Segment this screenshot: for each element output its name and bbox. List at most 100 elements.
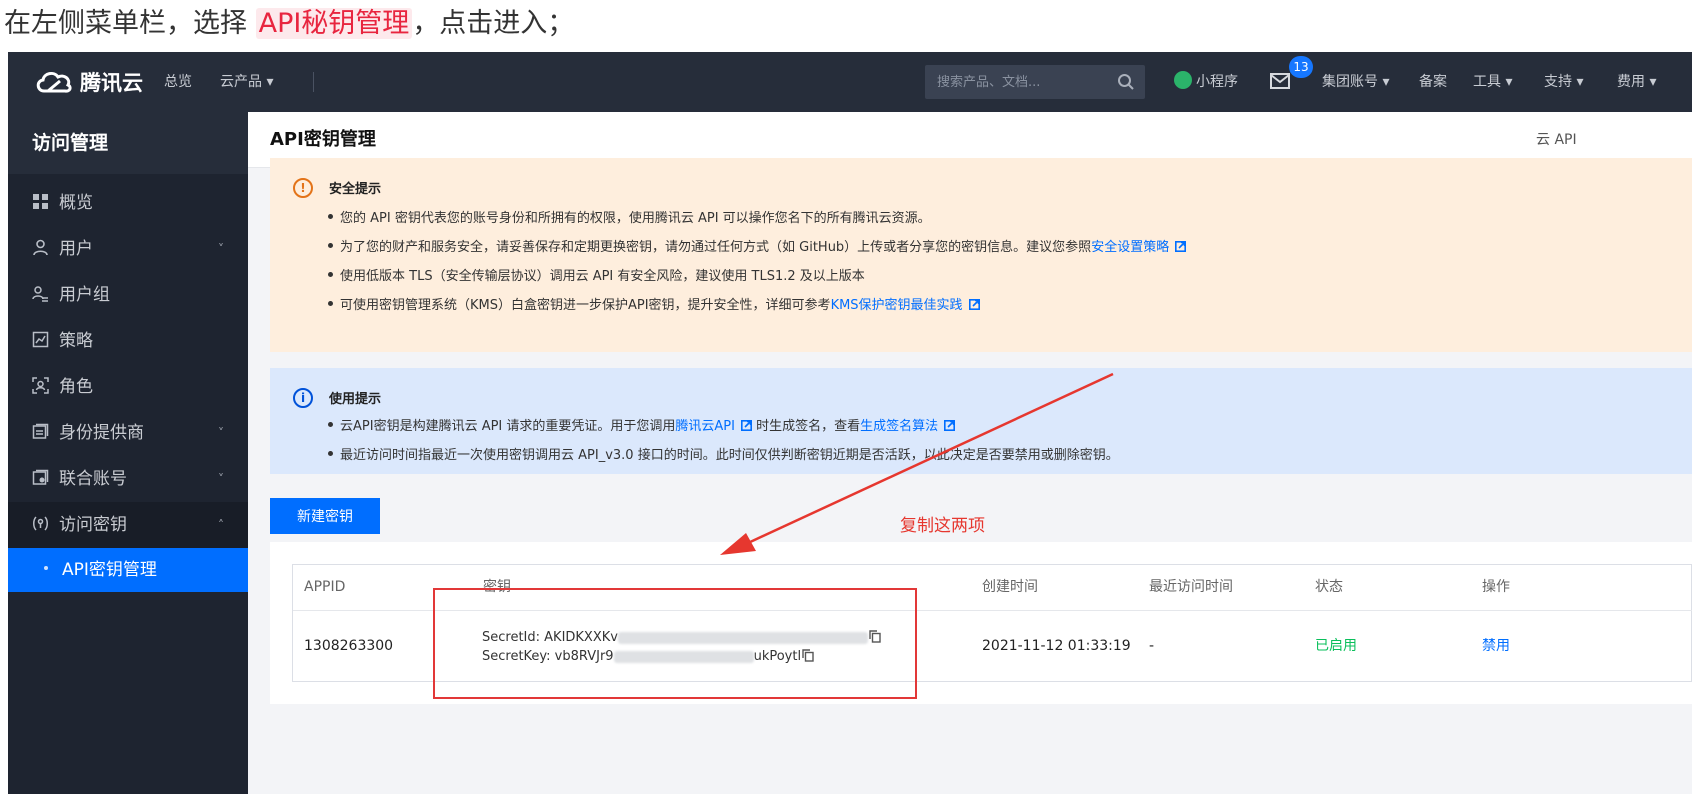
nav-overview[interactable]: 总览 <box>164 52 192 112</box>
brand-name: 腾讯云 <box>80 71 143 95</box>
user-group-icon <box>32 285 48 302</box>
sidebar-item-access-keys[interactable]: 访问密钥 ˄ <box>8 502 248 548</box>
notice-text: 您的 API 密钥代表您的账号身份和所拥有的权限，使用腾讯云 API 可以操作您… <box>340 211 931 226</box>
notice-text: 为了您的财产和服务安全，请妥善保存和定期更换密钥，请勿通过任何方式（如 GitH… <box>340 240 1092 255</box>
policy-icon <box>32 331 49 347</box>
bullet-icon <box>44 566 48 570</box>
info-icon: i <box>293 388 313 408</box>
disable-link[interactable]: 禁用 <box>1482 610 1510 682</box>
nav-products[interactable]: 云产品 ▾ <box>220 52 273 112</box>
bullet-icon <box>328 301 333 306</box>
caption-text-after: ，点击进入； <box>412 8 575 39</box>
status-badge: 已启用 <box>1315 638 1357 654</box>
identity-provider-icon <box>32 423 49 439</box>
miniprogram-label: 小程序 <box>1196 74 1238 90</box>
annotation-label: 复制这两项 <box>900 516 985 536</box>
grid-icon <box>33 193 48 209</box>
external-link-icon[interactable] <box>968 299 980 310</box>
new-key-button[interactable]: 新建密钥 <box>270 498 380 534</box>
sidebar-item-label: 访问密钥 <box>59 515 127 535</box>
chevron-up-icon[interactable]: ˄ <box>218 502 224 548</box>
usage-notice-line: 云API密钥是构建腾讯云 API 请求的重要凭证。用于您调用腾讯云API 时生成… <box>328 415 956 434</box>
external-link-icon[interactable] <box>740 420 752 431</box>
security-notice-line: 可使用密钥管理系统（KMS）白盒密钥进一步保护API密钥，提升安全性，详细可参考… <box>328 294 980 313</box>
sidebar-item-overview[interactable]: 概览 <box>8 180 248 226</box>
instruction-caption: 在左侧菜单栏，选择 API秘钥管理 ，点击进入； <box>4 4 574 44</box>
sidebar-item-roles[interactable]: 角色 <box>8 364 248 410</box>
sidebar-title: 访问管理 <box>8 112 248 174</box>
caption-highlight: API秘钥管理 <box>255 8 413 39</box>
sidebar-item-label: 概览 <box>59 193 93 213</box>
sidebar-item-users[interactable]: 用户 ˅ <box>8 226 248 272</box>
bullet-icon <box>328 243 333 248</box>
appid-cell: 1308263300 <box>304 638 394 654</box>
sidebar-subitem-api-key-management[interactable]: API密钥管理 <box>8 548 248 592</box>
nav-filing[interactable]: 备案 <box>1419 52 1447 112</box>
security-notice: ! 安全提示 您的 API 密钥代表您的账号身份和所拥有的权限，使用腾讯云 AP… <box>270 158 1692 352</box>
usage-notice: i 使用提示 云API密钥是构建腾讯云 API 请求的重要凭证。用于您调用腾讯云… <box>270 368 1692 474</box>
sidebar-item-user-groups[interactable]: 用户组 <box>8 272 248 318</box>
external-link-icon[interactable] <box>1175 241 1187 252</box>
nav-miniprogram[interactable]: 小程序 <box>1174 52 1238 112</box>
nav-tools[interactable]: 工具 ▾ <box>1473 52 1512 112</box>
search-input[interactable] <box>937 65 1107 99</box>
table-header-last-access: 最近访问时间 <box>1149 579 1233 595</box>
chevron-down-icon[interactable]: ˅ <box>218 456 224 502</box>
sidebar-item-label: 策略 <box>59 331 93 351</box>
nav-divider <box>313 72 314 92</box>
highlight-box <box>433 588 917 699</box>
sidebar-item-identity-providers[interactable]: 身份提供商 ˅ <box>8 410 248 456</box>
user-icon <box>33 239 48 255</box>
usage-notice-title: 使用提示 <box>329 392 382 407</box>
caption-text-before: 在左侧菜单栏，选择 <box>4 8 256 39</box>
table-header-created: 创建时间 <box>982 579 1038 595</box>
security-notice-line: 为了您的财产和服务安全，请妥善保存和定期更换密钥，请勿通过任何方式（如 GitH… <box>328 236 1187 255</box>
notice-text: 时生成签名，查看 <box>756 419 861 434</box>
warning-icon: ! <box>293 178 313 198</box>
security-notice-line: 您的 API 密钥代表您的账号身份和所拥有的权限，使用腾讯云 API 可以操作您… <box>328 207 931 226</box>
brand-logo[interactable]: 腾讯云 <box>34 66 143 98</box>
notice-text: 云API密钥是构建腾讯云 API 请求的重要凭证。用于您调用 <box>340 419 676 434</box>
nav-support[interactable]: 支持 ▾ <box>1544 52 1583 112</box>
mail-icon[interactable] <box>1270 73 1290 89</box>
access-key-icon <box>33 515 48 531</box>
sidebar: 访问管理 概览 用户 ˅ 用户组 策略 角色 身份提供商 ˅ 联合账号 ˅ 访问… <box>8 112 248 794</box>
table-header-actions: 操作 <box>1482 579 1510 595</box>
notice-text: 最近访问时间指最近一次使用密钥调用云 API_v3.0 接口的时间。此时间仅供判… <box>340 448 1119 463</box>
signature-algorithm-link[interactable]: 生成签名算法 <box>860 419 938 434</box>
sidebar-item-federated-accounts[interactable]: 联合账号 ˅ <box>8 456 248 502</box>
top-navbar: 腾讯云 总览 云产品 ▾ 小程序 13 集团账号 ▾ 备案 工具 ▾ 支持 ▾ … <box>8 52 1692 112</box>
nav-billing[interactable]: 费用 ▾ <box>1617 52 1656 112</box>
console-screenshot: 腾讯云 总览 云产品 ▾ 小程序 13 集团账号 ▾ 备案 工具 ▾ 支持 ▾ … <box>8 52 1692 794</box>
kms-best-practice-link[interactable]: KMS保护密钥最佳实践 <box>831 298 963 313</box>
chevron-down-icon[interactable]: ˅ <box>218 410 224 456</box>
search-icon[interactable] <box>1117 73 1135 91</box>
security-policy-link[interactable]: 安全设置策略 <box>1091 240 1169 255</box>
external-link-icon[interactable] <box>944 420 956 431</box>
nav-group-account[interactable]: 集团账号 ▾ <box>1322 52 1389 112</box>
role-icon <box>32 376 49 394</box>
created-time-cell: 2021-11-12 01:33:19 <box>982 638 1131 654</box>
bullet-icon <box>328 422 333 427</box>
usage-notice-line: 最近访问时间指最近一次使用密钥调用云 API_v3.0 接口的时间。此时间仅供判… <box>328 444 1119 463</box>
sidebar-item-label: 身份提供商 <box>59 423 144 443</box>
tencent-cloud-api-link[interactable]: 腾讯云API <box>675 419 735 434</box>
sidebar-item-label: 联合账号 <box>59 469 127 489</box>
sidebar-item-label: 用户组 <box>59 285 110 305</box>
bullet-icon <box>328 214 333 219</box>
cloud-logo-icon <box>36 71 72 93</box>
table-header-appid: APPID <box>304 579 346 595</box>
notice-text: 可使用密钥管理系统（KMS）白盒密钥进一步保护API密钥，提升安全性，详细可参考 <box>340 298 831 313</box>
sidebar-item-label: 角色 <box>59 377 93 397</box>
sidebar-subitem-label: API密钥管理 <box>62 560 157 580</box>
search-box[interactable] <box>925 65 1145 99</box>
notice-text: 使用低版本 TLS（安全传输层协议）调用云 API 有安全风险，建议使用 TLS… <box>340 269 865 284</box>
chevron-down-icon[interactable]: ˅ <box>218 226 224 272</box>
miniprogram-icon <box>1174 71 1192 89</box>
security-notice-line: 使用低版本 TLS（安全传输层协议）调用云 API 有安全风险，建议使用 TLS… <box>328 265 865 284</box>
federated-account-icon <box>32 469 49 485</box>
bullet-icon <box>328 451 333 456</box>
last-access-cell: - <box>1149 638 1155 654</box>
table-header-status: 状态 <box>1315 579 1343 595</box>
sidebar-item-policies[interactable]: 策略 <box>8 318 248 364</box>
